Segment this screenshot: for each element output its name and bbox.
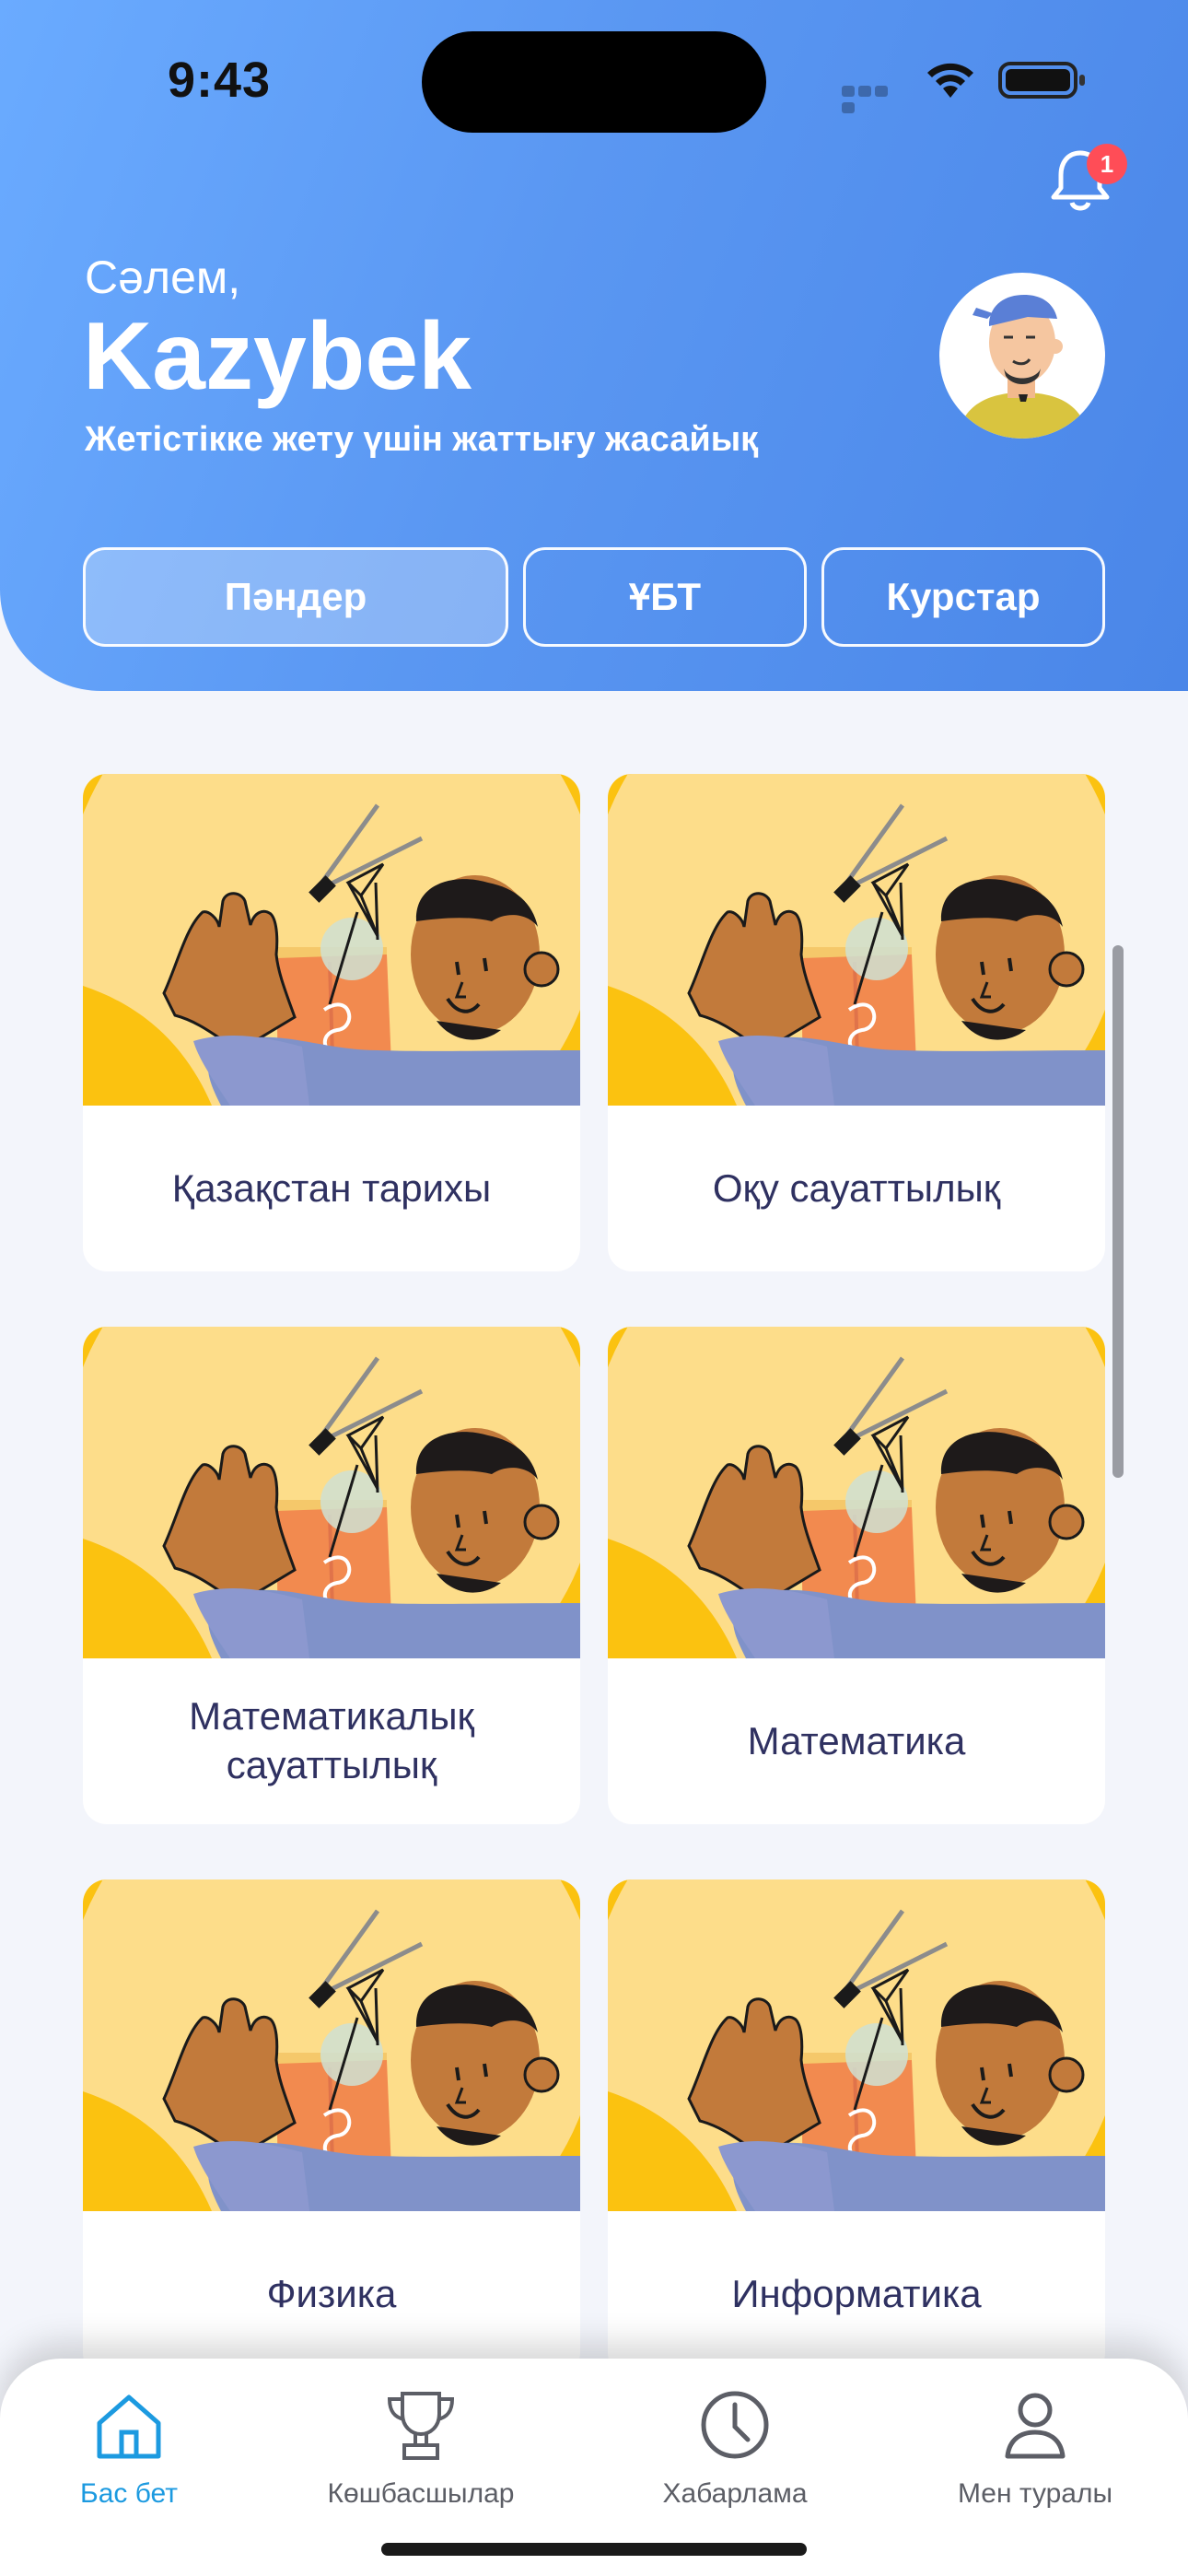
status-time: 9:43	[168, 53, 272, 108]
subject-card-mathematics[interactable]: Математика	[608, 1327, 1105, 1824]
nav-label: Көшбасшылар	[327, 2478, 515, 2509]
subject-title: Физика	[266, 2271, 397, 2315]
profile-icon	[1005, 2393, 1066, 2459]
avatar[interactable]	[939, 273, 1105, 439]
subject-illustration	[83, 774, 580, 1106]
nav-label: Мен туралы	[957, 2478, 1113, 2509]
greeting-text: Сәлем,	[85, 252, 241, 303]
notifications-button[interactable]: 1	[1050, 144, 1127, 217]
trophy-icon	[387, 2392, 455, 2460]
notification-badge: 1	[1087, 144, 1127, 184]
subject-title: Математика	[747, 1718, 966, 1762]
nav-leaderboard[interactable]: Көшбасшылар	[301, 2386, 541, 2524]
clock-icon	[701, 2391, 769, 2459]
battery-icon	[998, 62, 1085, 99]
subject-card-kazakhstan-history[interactable]: Қазақстан тарихы	[83, 774, 580, 1271]
user-name: Kazybek	[83, 303, 472, 410]
subject-card-math-literacy[interactable]: Математикалық сауаттылық	[83, 1327, 580, 1824]
category-tabs: Пәндер ҰБТ Курстар	[83, 547, 1105, 647]
tab-subjects[interactable]: Пәндер	[83, 547, 508, 647]
tab-ubt[interactable]: ҰБТ	[523, 547, 807, 647]
subject-illustration	[608, 1327, 1105, 1658]
subject-card-physics[interactable]: Физика	[83, 1879, 580, 2377]
home-indicator	[381, 2543, 807, 2556]
cellular-signal-icon	[842, 85, 906, 113]
subject-illustration	[608, 774, 1105, 1106]
motivation-subtitle: Жетістікке жету үшін жаттығу жасайық	[85, 420, 759, 459]
scrollbar[interactable]	[1112, 945, 1124, 1478]
tab-label: Пәндер	[224, 575, 367, 618]
dynamic-island	[422, 31, 766, 133]
subject-illustration	[83, 1879, 580, 2211]
home-icon	[97, 2395, 161, 2459]
nav-label: Бас бет	[80, 2478, 178, 2509]
nav-profile[interactable]: Мен туралы	[915, 2386, 1155, 2524]
subject-illustration	[83, 1327, 580, 1658]
nav-notifications[interactable]: Хабарлама	[615, 2386, 855, 2524]
subject-title: Информатика	[731, 2271, 982, 2315]
subject-title: Математикалық сауаттылық	[189, 1694, 474, 1786]
nav-label: Хабарлама	[662, 2478, 808, 2509]
subject-title: Қазақстан тарихы	[171, 1165, 492, 1210]
subject-card-reading-literacy[interactable]: Оқу сауаттылық	[608, 774, 1105, 1271]
status-bar: 9:43	[0, 0, 1188, 157]
user-avatar-illustration	[958, 295, 1089, 439]
wifi-icon	[927, 63, 973, 98]
subject-title: Оқу сауаттылық	[712, 1165, 1001, 1210]
subject-illustration	[608, 1879, 1105, 2211]
nav-home[interactable]: Бас бет	[9, 2386, 249, 2524]
tab-courses[interactable]: Курстар	[821, 547, 1105, 647]
tab-label: ҰБТ	[628, 575, 702, 618]
header-panel: 9:43 1 Сәлем, Kazybek Жетістікке жету үш…	[0, 0, 1188, 691]
subject-card-informatics[interactable]: Информатика	[608, 1879, 1105, 2377]
tab-label: Курстар	[886, 575, 1041, 618]
